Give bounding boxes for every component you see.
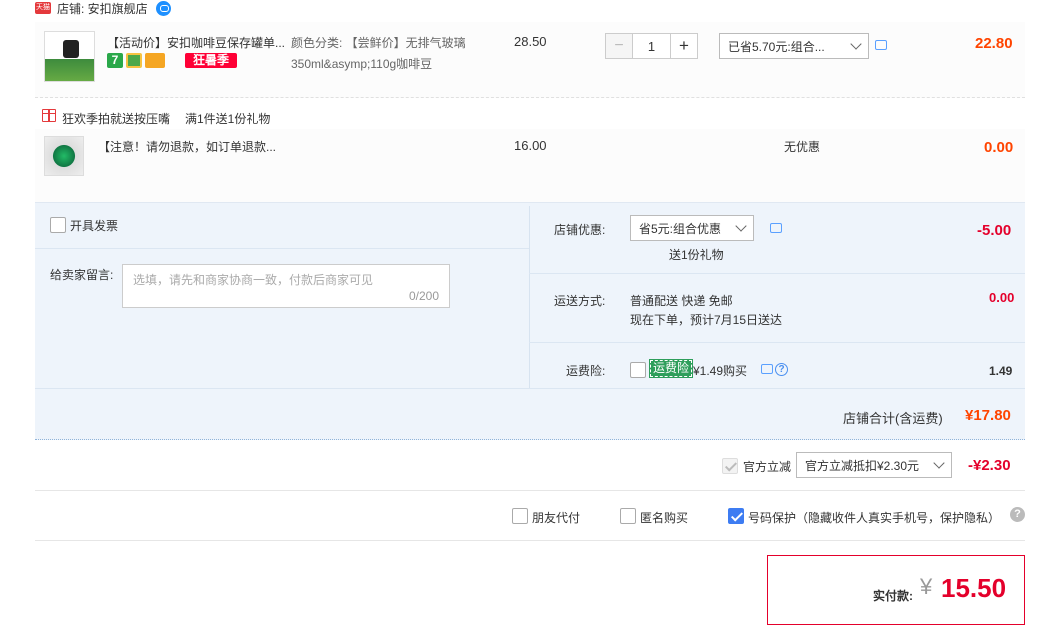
sku-line: 350ml&asymp;110g咖啡豆 [291, 57, 433, 71]
service-badges: 7 [107, 53, 165, 68]
message-label: 给卖家留言: [50, 268, 114, 282]
official-discount-select[interactable]: 官方立减抵扣¥2.30元 [796, 452, 952, 478]
official-discount-label: 官方立减 [743, 460, 792, 474]
official-discount-amount: -¥2.30 [968, 457, 1011, 474]
insurance-checkbox[interactable] [630, 362, 646, 378]
shipping-label: 运送方式: [554, 294, 606, 308]
quantity-stepper: − 1 + [605, 33, 698, 59]
message-icon[interactable] [875, 40, 887, 50]
chevron-down-icon [850, 38, 862, 50]
shipping-eta: 现在下单，预计7月15日送达 [630, 313, 783, 327]
divider [529, 206, 530, 388]
discount-select-value: 已省5.70元:组合... [728, 39, 825, 54]
promo-tag: 狂暑季 [185, 53, 238, 68]
unit-price: 16.00 [514, 138, 547, 153]
official-discount-checkbox[interactable] [722, 458, 738, 474]
unit-price: 28.50 [514, 34, 547, 49]
store-header: 天猫 店铺: 安扣旗舰店 [35, 0, 171, 16]
invoice-label: 开具发票 [70, 219, 119, 233]
privacy-label: 号码保护（隐藏收件人真实手机号，保护隐私） [748, 511, 1001, 525]
chat-icon[interactable] [155, 0, 171, 16]
product-title[interactable]: 【活动价】安扣咖啡豆保存罐单... [107, 34, 285, 51]
increase-button[interactable]: + [670, 33, 698, 59]
order-options-panel [35, 202, 1025, 440]
privacy-checkbox[interactable] [728, 508, 744, 524]
help-icon[interactable]: ? [775, 363, 788, 376]
tmall-badge-icon: 天猫 [35, 2, 51, 14]
discount-select[interactable]: 已省5.70元:组合... [719, 33, 869, 59]
decrease-button[interactable]: − [605, 33, 633, 59]
chevron-down-icon [735, 220, 747, 232]
guarantee-icon [126, 53, 142, 68]
insurance-tag: 运费险 [648, 359, 694, 378]
currency-symbol: ¥ [920, 574, 933, 599]
quantity-input[interactable]: 1 [633, 33, 670, 59]
divider [35, 490, 1025, 491]
store-discount-select[interactable]: 省5元:组合优惠 [630, 215, 754, 241]
insurance-price: ¥1.49购买 [693, 364, 748, 378]
anonymous-checkbox[interactable] [620, 508, 636, 524]
discount-text: 无优惠 [784, 140, 821, 154]
store-total-amount: ¥17.80 [965, 407, 1011, 424]
help-icon[interactable]: ? [1010, 507, 1025, 522]
store-discount-label: 店铺优惠: [554, 223, 606, 237]
gift-label: 狂欢季拍就送按压嘴 [62, 112, 171, 126]
item-subtotal: 0.00 [984, 139, 1014, 156]
seven-day-return-icon: 7 [107, 53, 123, 68]
product-image[interactable] [44, 31, 95, 82]
store-name[interactable]: 店铺: 安扣旗舰店 [57, 0, 148, 17]
invoice-checkbox[interactable] [50, 217, 66, 233]
chevron-down-icon [933, 457, 945, 469]
gift-icon [42, 109, 56, 122]
divider [35, 388, 1025, 389]
seller-message-input[interactable]: 选填，请先和商家协商一致，付款后商家可见 0/200 [122, 264, 450, 308]
divider [529, 273, 1025, 274]
shipping-amount: 0.00 [989, 290, 1015, 305]
friend-pay-checkbox[interactable] [512, 508, 528, 524]
message-icon[interactable] [761, 364, 773, 374]
gift-rule: 满1件送1份礼物 [185, 112, 271, 126]
sku-line: 颜色分类: 【尝鲜价】无排气玻璃 [291, 36, 466, 50]
item-subtotal: 22.80 [975, 35, 1013, 52]
friend-pay-label: 朋友代付 [532, 511, 581, 525]
insurance-label: 运费险: [566, 364, 606, 378]
message-placeholder: 选填，请先和商家协商一致，付款后商家可见 [133, 273, 374, 287]
anonymous-label: 匿名购买 [640, 511, 689, 525]
product-title[interactable]: 【注意！请勿退款，如订单退款... [98, 138, 276, 155]
divider [529, 342, 1025, 343]
divider [35, 248, 529, 249]
card-icon [145, 53, 165, 68]
payment-label: 实付款: [873, 589, 913, 603]
message-icon[interactable] [770, 223, 782, 233]
store-discount-value: 省5元:组合优惠 [639, 221, 722, 236]
divider [35, 540, 1025, 541]
store-total-label: 店铺合计(含运费) [843, 411, 943, 426]
store-discount-amount: -5.00 [977, 222, 1012, 239]
shipping-method: 普通配送 快递 免邮 [630, 294, 733, 308]
char-counter: 0/200 [408, 289, 439, 303]
product-image[interactable] [44, 136, 84, 176]
payment-amount: 15.50 [941, 573, 1007, 603]
official-discount-value: 官方立减抵扣¥2.30元 [805, 458, 920, 473]
store-gift-note: 送1份礼物 [669, 248, 724, 262]
insurance-amount: 1.49 [989, 364, 1013, 378]
